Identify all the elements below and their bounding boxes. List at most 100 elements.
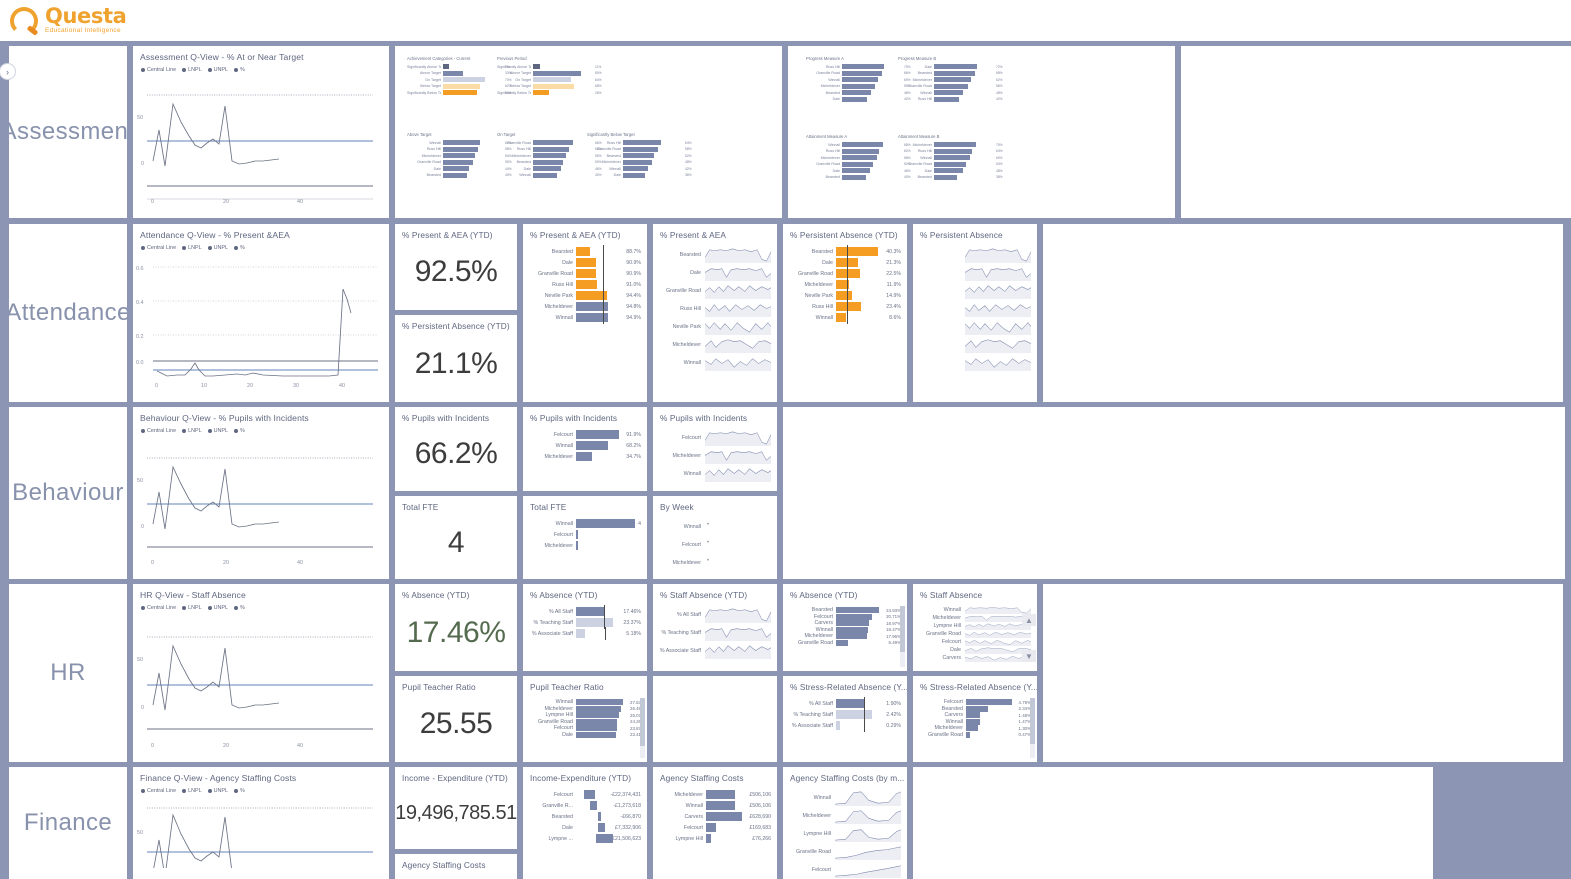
list-item[interactable]	[917, 318, 1031, 335]
tile-income-expenditure-bars[interactable]: Income-Expenditure (YTD) Felcourt -£22,37…	[523, 767, 647, 879]
tile-hr-absence-bars[interactable]: % Absence (YTD) % All Staff 17.46%% Teach…	[523, 584, 647, 671]
tile-persistent-absence-bars[interactable]: % Persistent Absence (YTD) Bearsted 40.3%…	[783, 224, 907, 402]
table-row[interactable]: Granville Road 6.49%	[787, 639, 901, 646]
table-row[interactable]: Bearsted -£66,870	[527, 812, 641, 821]
list-item[interactable]: Felcourt	[657, 536, 771, 553]
mini-bar-row[interactable]: Granville Road 54%	[898, 161, 1003, 167]
table-row[interactable]: Micheldever 94.8%	[527, 300, 641, 313]
tile-ptr-bars[interactable]: Pupil Teacher Ratio Winnall 27.63 Michelde…	[523, 676, 647, 762]
mini-chart-0[interactable]: Achievement Categories - Current Signifi…	[407, 56, 512, 97]
list-item[interactable]	[917, 300, 1031, 317]
tile-agency-costs-bars[interactable]: Agency Staffing Costs Micheldever £506,10…	[653, 767, 777, 879]
tile-incidents-sparklines[interactable]: % Pupils with Incidents Felcourt Michelde…	[653, 407, 777, 491]
mini-bar-row[interactable]: Granville Road 50%	[407, 159, 512, 165]
list-item[interactable]: Dale	[657, 264, 771, 281]
stress-school-scrollbar[interactable]	[1030, 698, 1035, 758]
tile-attendance-qview[interactable]: Attendance Q-View - % Present &AEA Centr…	[133, 224, 389, 402]
ptr-scrollbar[interactable]	[640, 698, 645, 758]
table-row[interactable]: Felcourt 23.87	[527, 725, 641, 731]
table-row[interactable]: % Teaching Staff 2.42%	[787, 708, 901, 721]
mini-bar-row[interactable]: Winnall 68%	[806, 142, 911, 147]
mini-chart-2[interactable]: Above Target Winnall 62% Russ Hill 58% Miche…	[407, 132, 512, 180]
mini-bar-row[interactable]: Winnall 60%	[898, 155, 1003, 161]
mini-chart-4[interactable]: Significantly Below Target Russ Hill 64% G…	[587, 132, 692, 180]
mini-bar-row[interactable]: Micheldever 54%	[407, 153, 512, 159]
table-row[interactable]: Winnall 1.47%	[917, 718, 1031, 725]
list-item[interactable]: Winnall	[657, 465, 771, 482]
tile-attendance-empty[interactable]	[1043, 224, 1563, 402]
list-item[interactable]: Winnall	[657, 354, 771, 371]
tile-income-expenditure-kpi[interactable]: Income - Expenditure (YTD) 19,496,785.51	[395, 767, 517, 849]
mini-bar-row[interactable]: Winnall 42%	[587, 166, 692, 172]
mini-bar-row[interactable]: Winnall 40%	[497, 172, 602, 178]
list-item[interactable]	[917, 354, 1031, 371]
list-item[interactable]: Granville Road	[917, 630, 1031, 638]
mini-bar-row[interactable]: Significantly Below Target56%	[407, 90, 512, 96]
tile-behaviour-empty[interactable]	[783, 407, 1565, 579]
tile-persistent-absence-kpi[interactable]: % Persistent Absence (YTD) 21.1%	[395, 315, 517, 402]
table-row[interactable]: Micheldever 1.30%	[917, 725, 1031, 731]
mini-bar-row[interactable]: Micheldever 58%	[806, 155, 911, 161]
tile-hr-empty-right[interactable]	[1043, 584, 1563, 762]
mini-bar-row[interactable]: Russ Hill 64%	[587, 140, 692, 145]
table-row[interactable]: Lympne Hill £76,266	[657, 834, 771, 843]
table-row[interactable]: Granville Road 22.5%	[787, 267, 901, 280]
mini-bar-row[interactable]: Russ Hill 64%	[898, 148, 1003, 154]
table-row[interactable]: Bearsted 88.7%	[527, 245, 641, 258]
table-row[interactable]: % Associate Staff 5.18%	[527, 627, 641, 640]
mini-bar-row[interactable]: Micheldever 70%	[898, 142, 1003, 147]
tile-agency-costs-kpi[interactable]: Agency Staffing Costs	[395, 854, 517, 879]
table-row[interactable]: Winnall 68.2%	[527, 441, 641, 450]
mini-bar-row[interactable]: Below Target 68%	[497, 83, 602, 89]
mini-bar-row[interactable]: Micheldever 55%	[806, 83, 911, 89]
tile-present-aea-bars[interactable]: % Present & AEA (YTD) Bearsted 88.7% Dale 9…	[523, 224, 647, 402]
list-item[interactable]: Winnall	[917, 606, 1031, 614]
scroll-up-button[interactable]: ▲	[1022, 614, 1036, 626]
tile-stress-bars[interactable]: % Stress-Related Absence (Y... % All Sta…	[783, 676, 907, 762]
table-row[interactable]: Neville Park 14.9%	[787, 289, 901, 302]
mini-bar-row[interactable]: Significantly Above Target 11%	[497, 64, 602, 69]
table-row[interactable]: % All Staff 17.46%	[527, 605, 641, 618]
table-row[interactable]: Winnall 8.6%	[787, 311, 901, 324]
table-row[interactable]: Dale £7,332,906	[527, 823, 641, 832]
mini-bar-row[interactable]: Granville Road 56%	[898, 83, 1003, 89]
table-row[interactable]: Felcourt -£22,374,431	[527, 790, 641, 799]
table-row[interactable]: Granville R... -£1,273,618	[527, 801, 641, 810]
list-item[interactable]: Winnall	[657, 518, 771, 535]
mini-bar-row[interactable]: Granville Road 66%	[497, 140, 602, 145]
list-item[interactable]	[917, 336, 1031, 353]
list-item[interactable]: % Associate Staff	[657, 642, 771, 659]
list-item[interactable]: Micheldever	[917, 614, 1031, 622]
table-row[interactable]: Dale 21.3%	[787, 256, 901, 269]
list-item[interactable]: % Teaching Staff	[657, 624, 771, 641]
mini-chart-3[interactable]: On Target Granville Road 66% Russ Hill 60% M…	[497, 132, 602, 180]
mini-chart-6[interactable]: Progress Measure B Dale 72% Bearsted 68% Mic…	[898, 56, 1003, 104]
table-row[interactable]: Felcourt 4.79%	[917, 699, 1031, 705]
table-row[interactable]: Russ Hill 91.0%	[527, 278, 641, 291]
table-row[interactable]: Bearsted 40.3%	[787, 245, 901, 258]
table-row[interactable]: % All Staff 1.90%	[787, 697, 901, 710]
tile-assessment-qview[interactable]: Assessment Q-View - % At or Near Target …	[133, 46, 389, 218]
tile-total-fte-bars[interactable]: Total FTE Winnall 4 Felcourt Micheldever	[523, 496, 647, 579]
table-row[interactable]: Micheldever £506,106	[657, 790, 771, 799]
table-row[interactable]: Carvers 1.48%	[917, 712, 1031, 718]
mini-bar-row[interactable]: Micheldever 62%	[898, 77, 1003, 83]
table-row[interactable]: Carvers 18.97%	[787, 620, 901, 626]
table-row[interactable]: Lympne ... £21,506,623	[527, 834, 641, 843]
mini-bar-row[interactable]: Dale 46%	[497, 166, 602, 172]
mini-bar-row[interactable]: Russ Hill 62%	[806, 148, 911, 154]
list-item[interactable]	[917, 264, 1031, 281]
mini-bar-row[interactable]: Granville Road 58%	[587, 146, 692, 152]
mini-bar-row[interactable]: Bearsted 50%	[497, 159, 602, 165]
list-item[interactable]: Granville Road	[657, 282, 771, 299]
mini-bar-row[interactable]: Dale 46%	[806, 168, 911, 174]
list-item[interactable]	[917, 282, 1031, 299]
list-item[interactable]: Felcourt	[917, 638, 1031, 646]
mini-bar-row[interactable]: Russ Hill 60%	[497, 146, 602, 152]
table-row[interactable]: Dale 90.9%	[527, 256, 641, 269]
mini-bar-row[interactable]: On Target 70%	[407, 77, 512, 83]
table-row[interactable]: Felcourt 91.9%	[527, 430, 641, 439]
table-row[interactable]: Felcourt £169,683	[657, 823, 771, 832]
list-item[interactable]: Winnall	[787, 789, 901, 806]
tile-hr-absence-sparklines[interactable]: % Staff Absence (YTD) % All Staff % Teach…	[653, 584, 777, 671]
